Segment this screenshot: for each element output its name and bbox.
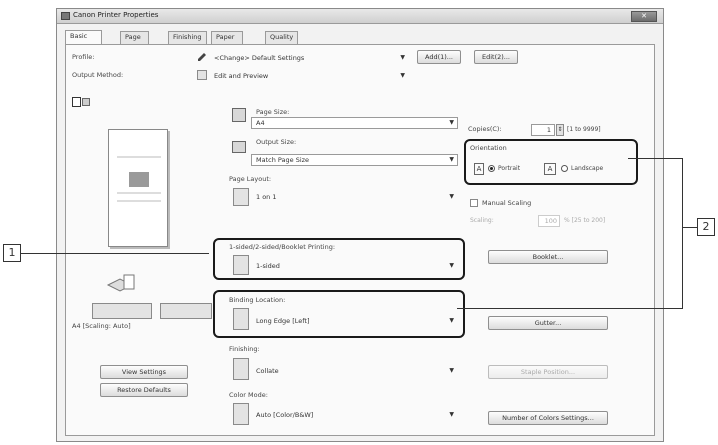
color-mode-icon [233,403,249,425]
printing-value: 1-sided [256,262,280,270]
manual-scaling-label: Manual Scaling [482,199,532,207]
window-title: Canon Printer Properties [73,11,159,19]
output-method-label: Output Method: [72,71,124,79]
callout-2: 2 [697,218,715,236]
manual-scaling-checkbox[interactable] [470,199,478,207]
title-bar: Canon Printer Properties ✕ [57,9,663,24]
page-size-label: Page Size: [256,108,290,116]
staple-position-button[interactable]: Staple Position... [488,365,608,379]
chevron-down-icon: ▼ [449,317,454,324]
preview-text-line [117,200,161,202]
print-stack-icon [106,273,138,297]
close-button[interactable]: ✕ [631,11,657,22]
portrait-radio[interactable] [488,165,495,172]
chevron-down-icon: ▼ [400,54,405,61]
binding-label: Binding Location: [229,296,286,304]
tab-finishing[interactable]: Finishing [168,31,207,44]
scaling-range: % [25 to 200] [564,217,606,224]
callout-1: 1 [3,244,21,262]
finishing-select[interactable]: Collate ▼ [251,365,458,377]
preview-status: A4 [Scaling: Auto] [72,322,131,330]
binding-select[interactable]: Long Edge [Left] ▼ [251,315,458,327]
output-method-value: Edit and Preview [214,72,269,80]
copies-label: Copies(C): [468,125,502,133]
page-layout-icon [233,188,249,206]
page-size-icon [232,108,246,122]
preview-text-line [117,192,161,194]
copies-input[interactable]: 1 [531,124,555,136]
gutter-button[interactable]: Gutter... [488,316,608,330]
profile-select[interactable]: <Change> Default Settings ▼ [209,52,409,64]
basic-settings-panel: Profile: <Change> Default Settings ▼ Add… [65,44,655,436]
copies-spinner[interactable]: ⇕ [556,124,564,136]
chevron-down-icon: ▼ [449,367,454,374]
layout-buttons-group-b[interactable] [160,303,212,319]
chevron-down-icon: ▼ [449,411,454,418]
edit-profile-button[interactable]: Edit(2)... [474,50,518,64]
color-mode-label: Color Mode: [229,391,268,399]
binding-icon [233,308,249,330]
tab-paper-source[interactable]: Paper Source [211,31,244,52]
profile-value: <Change> Default Settings [214,54,305,62]
view-settings-button[interactable]: View Settings [100,365,188,379]
preview-text-line [117,156,161,158]
color-mode-value: Auto [Color/B&W] [256,411,314,419]
landscape-radio[interactable] [561,165,568,172]
chevron-down-icon: ▼ [449,262,454,269]
landscape-icon: A [544,163,556,175]
printing-select[interactable]: 1-sided ▼ [251,260,458,272]
profile-label: Profile: [72,53,95,61]
chevron-down-icon: ▼ [449,193,454,200]
finishing-label: Finishing: [229,345,260,353]
tab-quality[interactable]: Quality [265,31,299,44]
tab-page-setup[interactable]: Page Setup [120,31,149,52]
add-profile-button[interactable]: Add(1)... [417,50,461,64]
chevron-down-icon: ▼ [400,72,405,79]
layout-buttons-group-a[interactable] [92,303,152,319]
restore-defaults-button[interactable]: Restore Defaults [100,383,188,397]
page-size-select[interactable]: A4 ▼ [251,117,458,129]
page-layout-select[interactable]: 1 on 1 ▼ [251,191,458,203]
callout-2-line-binding [457,308,683,309]
preview-mode-icon[interactable] [72,97,92,107]
chevron-down-icon: ▼ [449,156,454,163]
portrait-label: Portrait [498,165,521,172]
landscape-label: Landscape [571,165,604,172]
copies-range: [1 to 9999] [567,126,601,133]
output-method-select[interactable]: Edit and Preview ▼ [209,70,409,82]
output-size-select[interactable]: Match Page Size ▼ [251,154,458,166]
color-mode-select[interactable]: Auto [Color/B&W] ▼ [251,409,458,421]
output-size-value: Match Page Size [256,156,310,164]
chevron-down-icon: ▼ [449,119,454,126]
portrait-icon: A [474,163,484,175]
color-settings-button[interactable]: Number of Colors Settings... [488,411,608,425]
orientation-label: Orientation [470,144,507,152]
preview-image [129,172,149,187]
pencil-icon [197,52,207,62]
booklet-button[interactable]: Booklet... [488,250,608,264]
page-preview [108,129,168,247]
scaling-input[interactable]: 100 [538,215,560,227]
callout-2-bracket [682,158,683,309]
output-size-label: Output Size: [256,138,297,146]
printer-icon [61,12,70,20]
edit-preview-icon [197,70,207,80]
page-layout-value: 1 on 1 [256,193,277,201]
printing-label: 1-sided/2-sided/Booklet Printing: [229,243,336,251]
page-size-value: A4 [256,119,265,127]
printer-properties-window: Canon Printer Properties ✕ Basic Setting… [56,8,664,442]
callout-1-line [21,253,209,254]
callout-2-line-orientation [628,158,683,159]
callout-2-line [682,227,697,228]
one-sided-icon [233,255,249,275]
finishing-value: Collate [256,367,279,375]
output-size-icon [232,141,246,153]
page-layout-label: Page Layout: [229,175,272,183]
binding-value: Long Edge [Left] [256,317,310,325]
scaling-label: Scaling: [470,217,494,224]
collate-icon [233,358,249,380]
tab-basic-settings[interactable]: Basic Settings [65,30,102,51]
